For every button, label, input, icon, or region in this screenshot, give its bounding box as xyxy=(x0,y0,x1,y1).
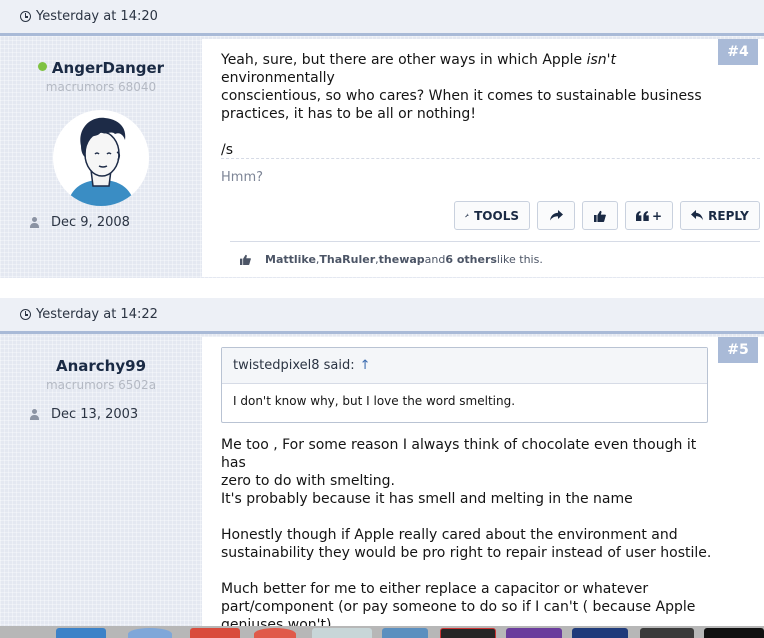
wrench-icon xyxy=(465,213,469,218)
post-content: #5 twistedpixel8 said: ↑ I don't know wh… xyxy=(202,337,764,633)
post-timestamp[interactable]: Yesterday at 14:22 xyxy=(36,307,158,322)
likes-conjunction: and xyxy=(424,253,446,266)
message-text: sustainability they would be pro right t… xyxy=(221,545,712,561)
message-text: It's probably because it has smell and m… xyxy=(221,491,633,507)
signature-divider xyxy=(221,158,760,159)
quote-author: twistedpixel8 said: xyxy=(233,358,355,373)
join-date: Dec 13, 2003 xyxy=(30,407,138,422)
like-button[interactable] xyxy=(582,201,618,230)
thumbs-up-icon xyxy=(240,254,251,265)
post-date-bar: Yesterday at 14:22 xyxy=(0,298,764,334)
post-number-link[interactable]: #5 xyxy=(718,337,758,363)
share-icon xyxy=(549,210,563,221)
likes-summary: Mattlike, ThaRuler, thewap and 6 others … xyxy=(230,241,760,277)
dock-app-icon[interactable] xyxy=(312,628,372,638)
post-message: Me too , For some reason I always think … xyxy=(221,436,721,634)
message-text: part/component (or pay someone to do so … xyxy=(221,599,696,615)
message-text: Yeah, sure, but there are other ways in … xyxy=(221,52,587,68)
dock-app-icon[interactable] xyxy=(254,628,296,638)
multi-quote-button[interactable]: + xyxy=(625,201,673,230)
quote-source-link[interactable]: ↑ xyxy=(360,358,371,373)
thumbs-up-icon xyxy=(594,210,606,222)
dock-app-icon[interactable] xyxy=(572,628,628,638)
clock-icon xyxy=(20,11,31,22)
post-number-link[interactable]: #4 xyxy=(718,39,758,65)
share-button[interactable] xyxy=(537,201,575,230)
join-date-text: Dec 9, 2008 xyxy=(51,215,130,230)
online-status-icon xyxy=(37,62,47,71)
likes-suffix: like this. xyxy=(496,253,543,266)
quote-text: I don't know why, but I love the word sm… xyxy=(233,394,516,408)
likes-others-link[interactable]: 6 others xyxy=(445,253,497,266)
post-message: Yeah, sure, but there are other ways in … xyxy=(221,51,711,159)
message-text: environmentally xyxy=(221,70,335,86)
username[interactable]: AngerDanger xyxy=(52,59,164,77)
message-text: zero to do with smelting. xyxy=(221,473,396,489)
reply-button[interactable]: REPLY xyxy=(680,201,760,230)
post-author-panel: Anarchy99 macrumors 6502a xyxy=(0,356,202,392)
message-text: Much better for me to either replace a c… xyxy=(221,581,649,597)
post-content: #4 Yeah, sure, but there are other ways … xyxy=(202,39,764,277)
dock-app-icon[interactable] xyxy=(704,628,764,638)
quote-header: twistedpixel8 said: ↑ xyxy=(222,348,707,384)
user-title: macrumors 6502a xyxy=(45,378,157,392)
reply-icon xyxy=(691,210,704,221)
message-text: practices, it has to be all or nothing! xyxy=(221,106,476,122)
post-gap xyxy=(0,278,764,300)
plus-icon: + xyxy=(651,208,662,223)
dock-app-icon[interactable] xyxy=(56,628,106,638)
tools-label: TOOLS xyxy=(474,208,519,223)
person-icon xyxy=(30,217,39,228)
liker-link[interactable]: thewap xyxy=(379,253,425,266)
dock-app-icon[interactable] xyxy=(440,628,496,638)
dock-bar xyxy=(0,626,764,638)
post-actions: TOOLS + REPLY xyxy=(454,201,760,230)
dock-app-icon[interactable] xyxy=(506,628,562,638)
liker-link[interactable]: Mattlike xyxy=(265,253,316,266)
person-icon xyxy=(30,409,39,420)
liker-link[interactable]: ThaRuler xyxy=(319,253,375,266)
join-date: Dec 9, 2008 xyxy=(30,215,130,230)
quote-icon xyxy=(636,210,649,221)
dock-app-icon[interactable] xyxy=(640,628,694,638)
reply-label: REPLY xyxy=(708,208,749,223)
dock-app-icon[interactable] xyxy=(382,628,428,638)
message-text: Me too , For some reason I always think … xyxy=(221,437,697,471)
signature: Hmm? xyxy=(221,170,264,185)
post-author-panel: AngerDanger macrumors 68040 xyxy=(0,58,202,206)
dock-app-icon[interactable] xyxy=(190,628,240,638)
post-timestamp[interactable]: Yesterday at 14:20 xyxy=(36,9,158,24)
message-text: Honestly though if Apple really cared ab… xyxy=(221,527,678,543)
message-text: /s xyxy=(221,142,234,158)
username[interactable]: Anarchy99 xyxy=(56,357,146,375)
avatar[interactable] xyxy=(53,110,149,206)
message-emphasis: isn't xyxy=(586,52,617,68)
dock-app-icon[interactable] xyxy=(128,628,172,638)
quote-block: twistedpixel8 said: ↑ I don't know why, … xyxy=(221,347,708,423)
user-title: macrumors 68040 xyxy=(45,80,157,94)
tools-button[interactable]: TOOLS xyxy=(454,201,530,230)
join-date-text: Dec 13, 2003 xyxy=(51,407,139,422)
post-date-bar: Yesterday at 14:20 xyxy=(0,0,764,36)
message-text: conscientious, so who cares? When it com… xyxy=(221,88,702,104)
clock-icon xyxy=(20,309,31,320)
